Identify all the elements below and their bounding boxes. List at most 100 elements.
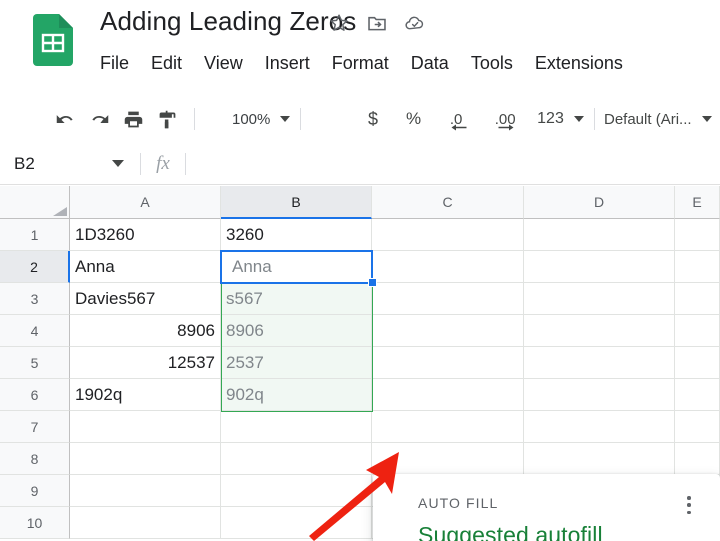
toolbar-divider-2 — [300, 108, 302, 130]
menu-extensions[interactable]: Extensions — [535, 53, 623, 74]
cell-c4[interactable] — [372, 315, 524, 347]
zoom-level[interactable]: 100% — [228, 102, 274, 136]
cell-d7[interactable] — [524, 411, 675, 443]
menu-file[interactable]: File — [100, 53, 129, 74]
cell-e6[interactable] — [675, 379, 720, 411]
cell-e7[interactable] — [675, 411, 720, 443]
column-header-e[interactable]: E — [675, 186, 720, 219]
cell-c6[interactable] — [372, 379, 524, 411]
increase-decimal-button[interactable]: .00 — [483, 102, 527, 136]
cell-e1[interactable] — [675, 219, 720, 251]
print-icon[interactable] — [116, 102, 150, 136]
cell-e3[interactable] — [675, 283, 720, 315]
cell-e8[interactable] — [675, 443, 720, 475]
menu-data[interactable]: Data — [411, 53, 449, 74]
menu-bar: File Edit View Insert Format Data Tools … — [100, 53, 623, 74]
row-header-4[interactable]: 4 — [0, 315, 70, 347]
column-header-b[interactable]: B — [221, 186, 372, 219]
cell-c8[interactable] — [372, 443, 524, 475]
cell-a7[interactable] — [70, 411, 221, 443]
toolbar: 100% $ % .0 .00 123 Default (Ari... — [0, 96, 720, 142]
title-action-icons — [328, 12, 426, 34]
name-box[interactable]: B2 — [0, 143, 140, 185]
paint-format-icon[interactable] — [150, 102, 184, 136]
cell-d3[interactable] — [524, 283, 675, 315]
more-options-icon[interactable] — [680, 494, 698, 516]
row-header-1[interactable]: 1 — [0, 219, 70, 251]
percent-format-button[interactable]: % — [402, 102, 425, 136]
decrease-decimal-button[interactable]: .0 — [437, 102, 475, 136]
cell-a3[interactable]: Davies567 — [70, 283, 221, 315]
menu-format[interactable]: Format — [332, 53, 389, 74]
cell-a5[interactable]: 12537 — [70, 347, 221, 379]
cell-d6[interactable] — [524, 379, 675, 411]
row-header-2[interactable]: 2 — [0, 251, 70, 283]
toolbar-divider — [194, 108, 195, 130]
column-header-a[interactable]: A — [70, 186, 221, 219]
row-header-9[interactable]: 9 — [0, 475, 70, 507]
cell-c2[interactable] — [372, 251, 524, 283]
row-header-5[interactable]: 5 — [0, 347, 70, 379]
redo-icon[interactable] — [82, 102, 116, 136]
cell-b10[interactable] — [221, 507, 372, 539]
google-sheets-logo — [33, 14, 73, 66]
cell-d1[interactable] — [524, 219, 675, 251]
formula-input[interactable] — [186, 142, 720, 185]
cell-e5[interactable] — [675, 347, 720, 379]
font-family-selector[interactable]: Default (Ari... — [600, 102, 696, 136]
cell-a4[interactable]: 8906 — [70, 315, 221, 347]
cell-b7[interactable] — [221, 411, 372, 443]
more-formats-chevron-down-icon[interactable] — [573, 116, 584, 122]
menu-tools[interactable]: Tools — [471, 53, 513, 74]
cell-b8[interactable] — [221, 443, 372, 475]
cell-a9[interactable] — [70, 475, 221, 507]
cell-b4[interactable]: 8906 — [221, 315, 372, 347]
font-chevron-down-icon[interactable] — [701, 116, 712, 122]
undo-icon[interactable] — [48, 102, 82, 136]
formula-bar: B2 fx — [0, 142, 720, 185]
select-all-corner[interactable] — [0, 186, 70, 219]
cell-c3[interactable] — [372, 283, 524, 315]
cell-a1[interactable]: 1D3260 — [70, 219, 221, 251]
row-header-3[interactable]: 3 — [0, 283, 70, 315]
menu-view[interactable]: View — [204, 53, 243, 74]
autofill-label: AUTO FILL — [418, 495, 499, 511]
fill-handle[interactable] — [368, 278, 377, 287]
cell-d5[interactable] — [524, 347, 675, 379]
star-icon[interactable] — [328, 12, 350, 34]
cell-c1[interactable] — [372, 219, 524, 251]
cell-a6[interactable]: 1902q — [70, 379, 221, 411]
menu-edit[interactable]: Edit — [151, 53, 182, 74]
zoom-chevron-down-icon[interactable] — [280, 116, 291, 122]
cell-d2[interactable] — [524, 251, 675, 283]
cell-b6[interactable]: 902q — [221, 379, 372, 411]
cell-b9[interactable] — [221, 475, 372, 507]
cell-b3[interactable]: s567 — [221, 283, 372, 315]
cell-a10[interactable] — [70, 507, 221, 539]
row-header-7[interactable]: 7 — [0, 411, 70, 443]
cell-a2[interactable]: Anna — [70, 251, 221, 283]
row-header-8[interactable]: 8 — [0, 443, 70, 475]
name-box-chevron-down-icon[interactable] — [112, 159, 124, 167]
cloud-saved-icon[interactable] — [404, 12, 426, 34]
row-header-6[interactable]: 6 — [0, 379, 70, 411]
cell-d8[interactable] — [524, 443, 675, 475]
column-header-d[interactable]: D — [524, 186, 675, 219]
menu-insert[interactable]: Insert — [265, 53, 310, 74]
currency-format-button[interactable]: $ — [364, 102, 382, 136]
document-title[interactable]: Adding Leading Zeros — [100, 6, 356, 37]
cell-b1[interactable]: 3260 — [221, 219, 372, 251]
move-to-folder-icon[interactable] — [366, 12, 388, 34]
cell-e2[interactable] — [675, 251, 720, 283]
cell-d4[interactable] — [524, 315, 675, 347]
cell-c5[interactable] — [372, 347, 524, 379]
cell-e4[interactable] — [675, 315, 720, 347]
google-sheets-window: Adding Leading Zeros File Edit View Inse… — [0, 0, 720, 541]
cell-b5[interactable]: 2537 — [221, 347, 372, 379]
title-bar: Adding Leading Zeros File Edit View Inse… — [0, 0, 720, 92]
cell-c7[interactable] — [372, 411, 524, 443]
column-header-c[interactable]: C — [372, 186, 524, 219]
row-header-10[interactable]: 10 — [0, 507, 70, 539]
more-formats-button[interactable]: 123 — [533, 102, 568, 136]
cell-a8[interactable] — [70, 443, 221, 475]
